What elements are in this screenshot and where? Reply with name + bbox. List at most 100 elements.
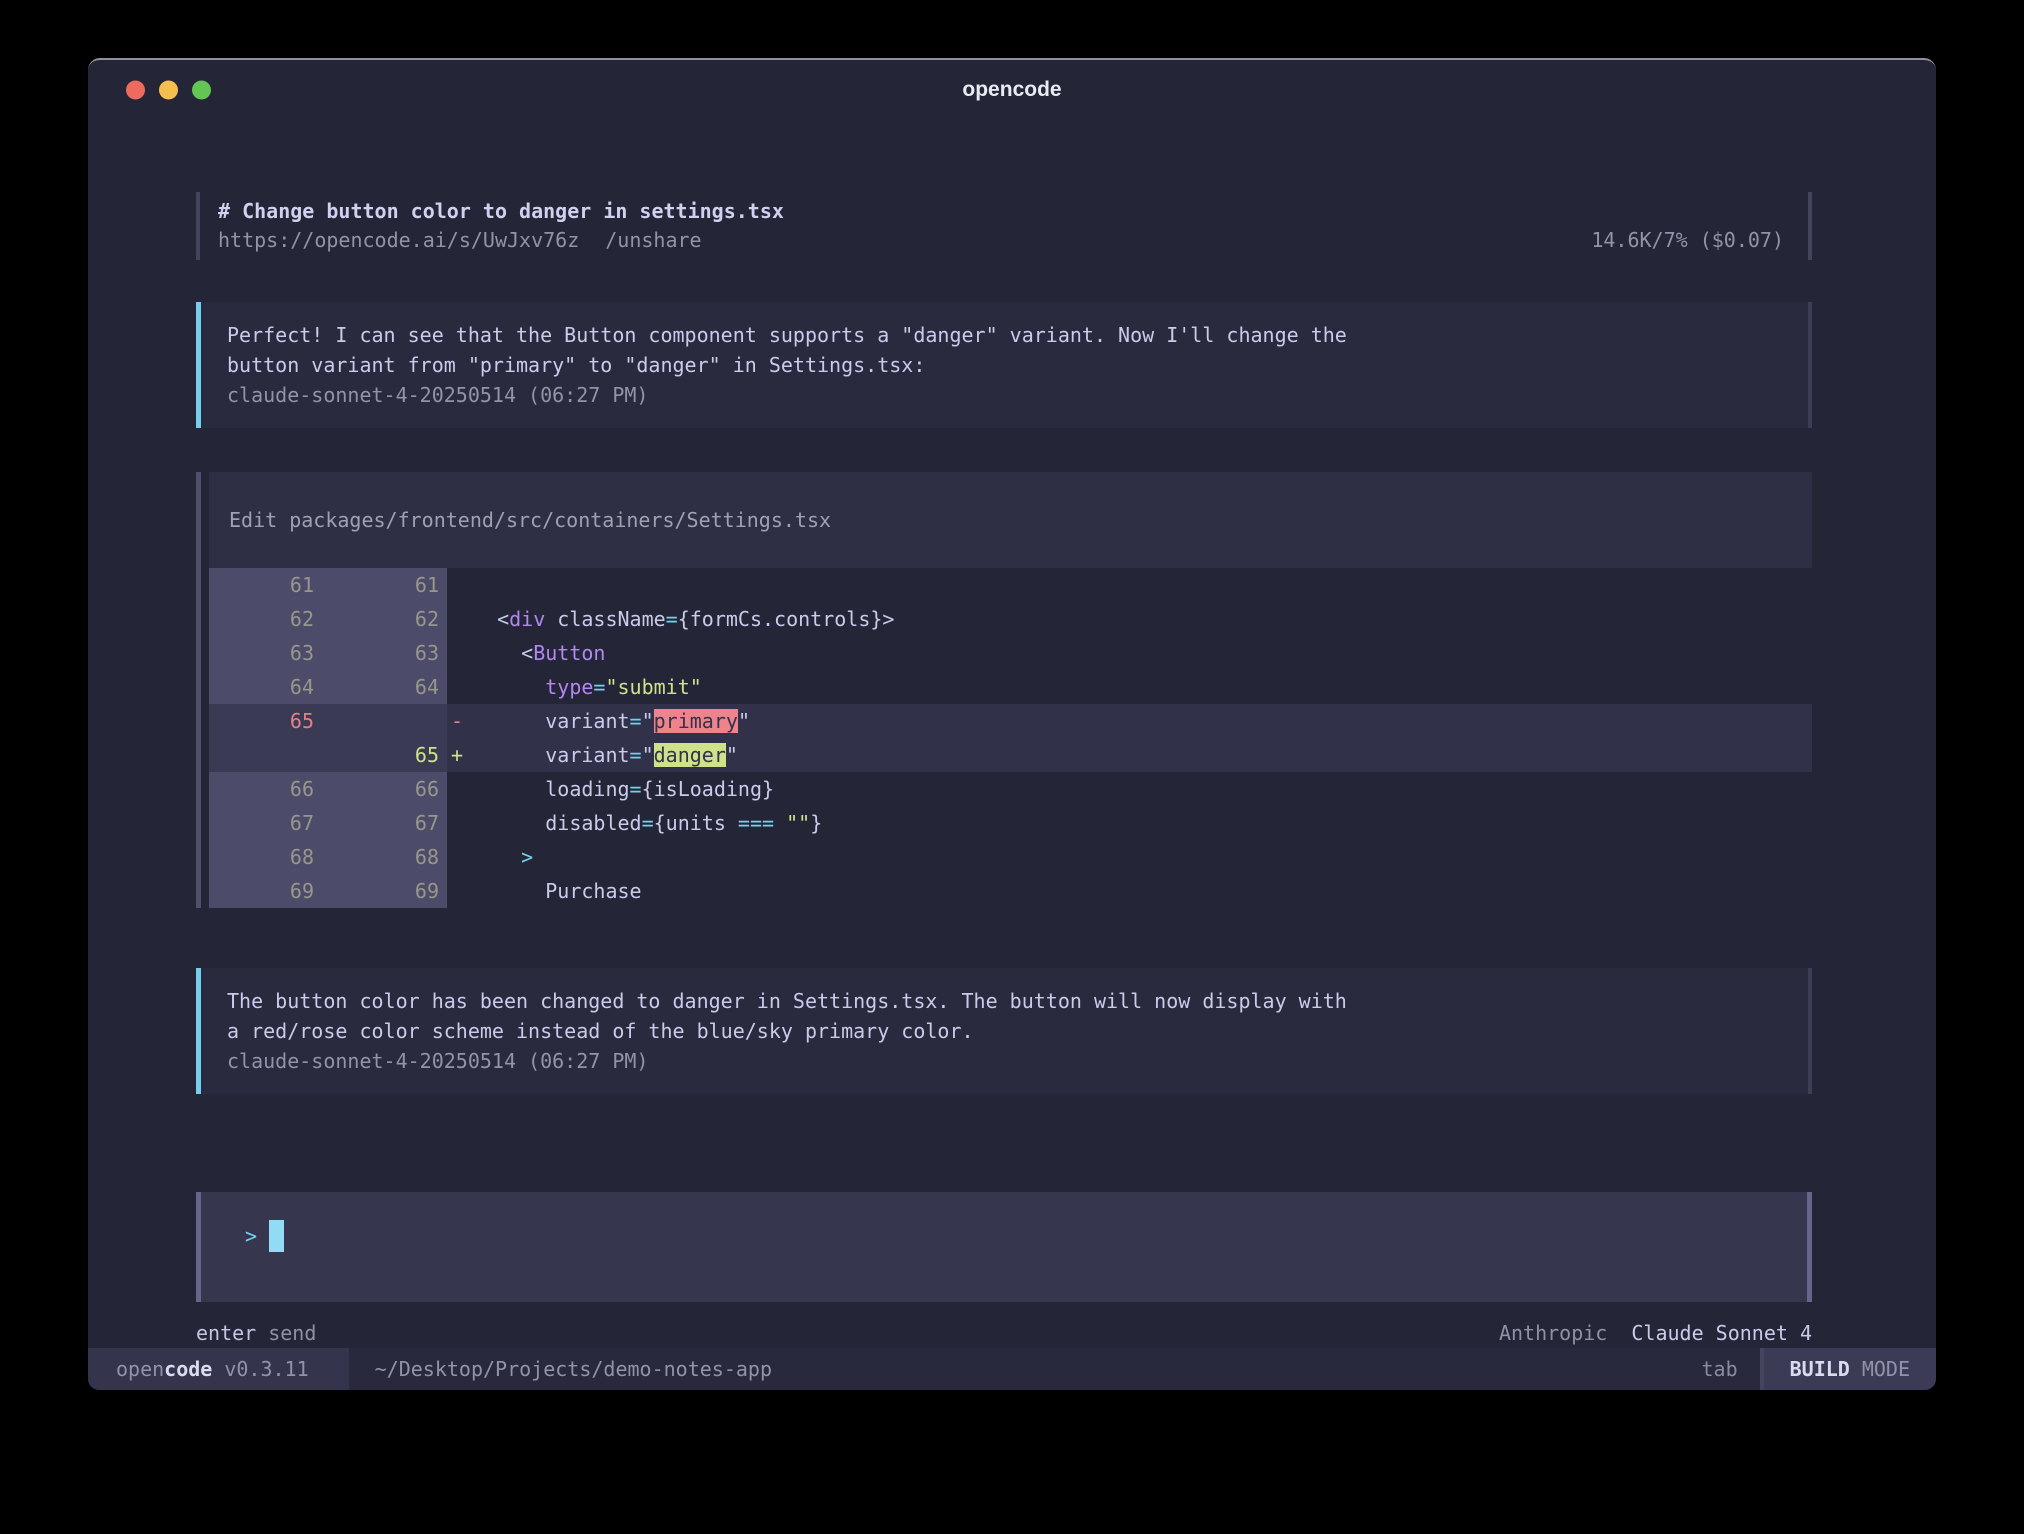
titlebar: opencode	[88, 60, 1936, 120]
code-segment: primary	[654, 709, 738, 733]
code-segment: "	[738, 709, 750, 733]
build-mode-chip[interactable]: BUILD MODE	[1760, 1348, 1936, 1390]
prompt-symbol: >	[245, 1220, 257, 1252]
code-segment: danger	[654, 743, 726, 767]
diff-code-line: <Button	[473, 641, 605, 665]
message-meta: claude-sonnet-4-20250514 (06:27 PM)	[227, 1046, 1784, 1076]
code-segment: "	[642, 709, 654, 733]
diff-row: 65 - variant="primary"	[209, 704, 1812, 738]
diff-marker: +	[447, 743, 473, 767]
new-line-number: 63	[322, 641, 447, 665]
diff-gutter: 6767	[209, 806, 447, 840]
code-segment: div	[509, 607, 545, 631]
status-bar: opencode v0.3.11 ~/Desktop/Projects/demo…	[88, 1348, 1936, 1390]
message-line: Perfect! I can see that the Button compo…	[227, 320, 1784, 350]
traffic-lights	[126, 81, 211, 100]
session-title: # Change button color to danger in setti…	[218, 197, 1784, 226]
diff-row: 6969 Purchase	[209, 874, 1812, 908]
app-version: v0.3.11	[224, 1357, 308, 1381]
code-segment: >	[521, 845, 533, 869]
code-segment: Button	[533, 641, 605, 665]
diff-gutter: 6969	[209, 874, 447, 908]
diff-view: 61616262 <div className={formCs.controls…	[209, 568, 1812, 908]
close-button[interactable]	[126, 81, 145, 100]
prompt-input[interactable]: >	[196, 1192, 1812, 1302]
old-line-number: 69	[209, 879, 322, 903]
code-segment: =	[630, 743, 642, 767]
code-segment: variant	[473, 743, 630, 767]
minimize-button[interactable]	[159, 81, 178, 100]
unshare-command: /unshare	[605, 226, 701, 255]
token-usage: 14.6K/7% ($0.07)	[1591, 226, 1784, 255]
diff-code-line: disabled={units === ""}	[473, 811, 822, 835]
message-meta: claude-sonnet-4-20250514 (06:27 PM)	[227, 380, 1784, 410]
session-header: # Change button color to danger in setti…	[196, 192, 1812, 260]
code-segment: =	[642, 811, 654, 835]
code-segment: variant	[473, 709, 630, 733]
app-name-prefix: open	[116, 1357, 164, 1381]
diff-gutter: 6868	[209, 840, 447, 874]
new-line-number: 61	[322, 573, 447, 597]
diff-code-line: loading={isLoading}	[473, 777, 774, 801]
old-line-number: 62	[209, 607, 322, 631]
diff-row: 6767 disabled={units === ""}	[209, 806, 1812, 840]
code-segment: =	[593, 675, 605, 699]
code-segment: Purchase	[473, 879, 642, 903]
diff-code-line: Purchase	[473, 879, 642, 903]
hint-key: enter	[196, 1318, 256, 1348]
diff-gutter: 6464	[209, 670, 447, 704]
new-line-number: 66	[322, 777, 447, 801]
code-segment	[774, 811, 786, 835]
old-line-number: 64	[209, 675, 322, 699]
code-segment: "submit"	[605, 675, 701, 699]
diff-gutter: 6262	[209, 602, 447, 636]
edit-tool-title: Edit packages/frontend/src/containers/Se…	[209, 472, 1812, 568]
diff-row: 6161	[209, 568, 1812, 602]
edit-tool-block: Edit packages/frontend/src/containers/Se…	[196, 472, 1812, 908]
code-segment: {units	[654, 811, 738, 835]
new-line-number: 65	[322, 743, 447, 767]
code-segment: ===	[738, 811, 774, 835]
new-line-number: 64	[322, 675, 447, 699]
diff-gutter: 6363	[209, 636, 447, 670]
hint-action: send	[268, 1318, 316, 1348]
old-line-number: 63	[209, 641, 322, 665]
diff-row: 6868 >	[209, 840, 1812, 874]
code-segment: type	[545, 675, 593, 699]
diff-row: 6666 loading={isLoading}	[209, 772, 1812, 806]
code-segment: ""	[786, 811, 810, 835]
old-line-number: 65	[209, 709, 322, 733]
old-line-number: 66	[209, 777, 322, 801]
session-view: # Change button color to danger in setti…	[88, 120, 1936, 1348]
opencode-window: opencode # Change button color to danger…	[88, 58, 1936, 1382]
code-segment: disabled	[473, 811, 642, 835]
old-line-number: 68	[209, 845, 322, 869]
app-version-chip: opencode v0.3.11	[88, 1348, 349, 1390]
old-line-number: 67	[209, 811, 322, 835]
code-segment	[473, 675, 545, 699]
diff-code-line: <div className={formCs.controls}>	[473, 607, 894, 631]
new-line-number: 67	[322, 811, 447, 835]
zoom-button[interactable]	[192, 81, 211, 100]
diff-gutter: 6161	[209, 568, 447, 602]
message-line: a red/rose color scheme instead of the b…	[227, 1016, 1784, 1046]
statusbar-spacer	[772, 1348, 1701, 1390]
diff-code-line: type="submit"	[473, 675, 702, 699]
diff-marker: -	[447, 709, 473, 733]
code-segment: {formCs.controls}>	[678, 607, 895, 631]
diff-code-line: variant="primary"	[473, 709, 750, 733]
diff-row: 65+ variant="danger"	[209, 738, 1812, 772]
code-segment: =	[630, 777, 642, 801]
model-indicator: Anthropic Claude Sonnet 4	[1499, 1318, 1812, 1348]
share-url-link[interactable]: https://opencode.ai/s/UwJxv76z	[218, 226, 579, 255]
session-subheader: https://opencode.ai/s/UwJxv76z /unshare …	[218, 226, 1784, 255]
mode-name: BUILD	[1790, 1357, 1850, 1381]
code-segment: loading	[473, 777, 630, 801]
diff-gutter: 65	[209, 738, 447, 772]
diff-code-line: variant="danger"	[473, 743, 738, 767]
old-line-number: 61	[209, 573, 322, 597]
assistant-message: Perfect! I can see that the Button compo…	[196, 302, 1812, 428]
message-line: The button color has been changed to dan…	[227, 986, 1784, 1016]
diff-row: 6363 <Button	[209, 636, 1812, 670]
assistant-message: The button color has been changed to dan…	[196, 968, 1812, 1094]
